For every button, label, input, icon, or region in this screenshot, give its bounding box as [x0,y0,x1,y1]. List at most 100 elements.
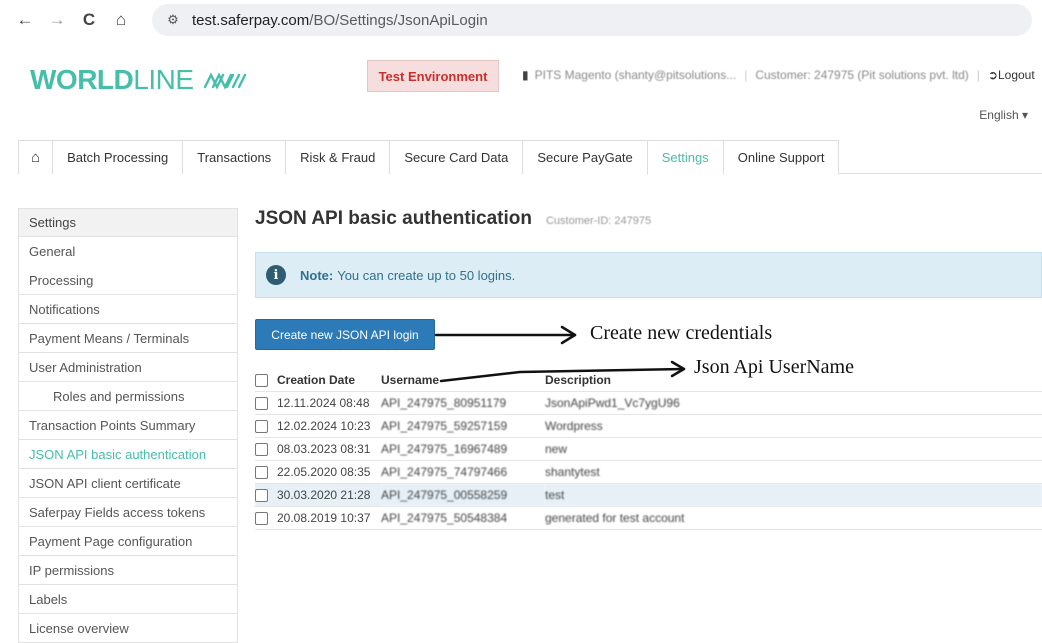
logo-thin-text: LINE [133,64,194,95]
user-icon: ▮ [522,68,529,82]
sidebar-item-json-api-client-cert[interactable]: JSON API client certificate [18,469,238,498]
row-checkbox[interactable] [255,511,268,525]
table-row[interactable]: 22.05.2020 08:35 API_247975_74797466 sha… [255,459,1042,483]
sidebar-item-labels[interactable]: Labels [18,585,238,614]
sidebar-item-roles-permissions[interactable]: Roles and permissions [18,382,238,411]
column-header-username[interactable]: Username [381,369,545,391]
row-checkbox-cell [255,413,277,437]
divider: | [744,68,748,82]
user-info: ▮ PITS Magento (shanty@pitsolutions... |… [522,68,1035,82]
annotation-json-api-username: Json Api UserName [694,356,854,378]
select-all-cell [255,369,277,391]
logins-table: Creation Date Username Description 12.11… [255,369,1042,530]
sidebar-item-saferpay-fields-tokens[interactable]: Saferpay Fields access tokens [18,498,238,527]
forward-icon[interactable]: → [44,7,70,33]
tab-home[interactable]: ⌂ [18,140,54,174]
main-nav-tabs: ⌂ Batch Processing Transactions Risk & F… [18,140,1042,175]
creation-date-cell: 08.03.2023 08:31 [277,436,381,460]
username-cell[interactable]: API_247975_50548384 [381,505,545,530]
page-title: JSON API basic authentication [255,208,532,229]
main-content: JSON API basic authentication Customer-I… [255,208,1042,530]
username-cell[interactable]: API_247975_16967489 [381,436,545,460]
row-checkbox-cell [255,390,277,414]
tab-online-support[interactable]: Online Support [722,140,840,174]
note-text: You can create up to 50 logins. [337,267,516,283]
username-cell[interactable]: API_247975_59257159 [381,413,545,437]
tab-settings[interactable]: Settings [646,140,724,175]
username-cell[interactable]: API_247975_74797466 [381,459,545,483]
table-row[interactable]: 12.02.2024 10:23 API_247975_59257159 Wor… [255,413,1042,437]
sidebar-item-notifications[interactable]: Notifications [18,295,238,324]
sidebar-item-processing[interactable]: Processing [18,266,238,295]
row-checkbox[interactable] [255,465,268,479]
create-json-api-login-button[interactable]: Create new JSON API login [255,319,435,350]
tab-transactions[interactable]: Transactions [182,140,287,174]
environment-badge: Test Environment [367,60,499,92]
url-domain: test.saferpay.com [192,11,310,29]
caret-down-icon: ▾ [1021,108,1028,122]
row-checkbox-cell [255,505,277,530]
creation-date-cell: 12.02.2024 10:23 [277,413,381,437]
row-checkbox-cell [255,436,277,460]
creation-date-cell: 12.11.2024 08:48 [277,390,381,414]
table-row[interactable]: 08.03.2023 08:31 API_247975_16967489 new [255,436,1042,460]
username-cell[interactable]: API_247975_00558259 [381,482,545,506]
tab-secure-card-data[interactable]: Secure Card Data [389,140,524,174]
creation-date-cell: 30.03.2020 21:28 [277,482,381,506]
logo-bold-text: WORLD [30,64,134,95]
description-cell: Wordpress [545,413,1042,437]
home-icon: ⌂ [31,149,41,166]
sidebar-item-payment-page-config[interactable]: Payment Page configuration [18,527,238,556]
sidebar-item-json-api-basic-auth[interactable]: JSON API basic authentication [18,440,238,469]
annotation-create-credentials: Create new credentials [590,322,773,344]
arrowhead-create [560,325,577,345]
user-name[interactable]: PITS Magento (shanty@pitsolutions... [535,68,737,82]
sidebar-item-user-administration[interactable]: User Administration [18,353,238,382]
customer-id: Customer-ID: 247975 [545,215,652,227]
divider: | [976,68,980,82]
select-all-checkbox[interactable] [255,373,268,387]
browser-toolbar: ← → C ⌂ ⚙ test.saferpay.com/BO/Settings/… [0,0,1042,40]
customer-info: Customer: 247975 (Pit solutions pvt. ltd… [755,68,969,82]
back-icon[interactable]: ← [12,7,38,33]
site-settings-icon[interactable]: ⚙ [164,11,182,29]
sidebar-item-transaction-points[interactable]: Transaction Points Summary [18,411,238,440]
creation-date-cell: 22.05.2020 08:35 [277,459,381,483]
language-select[interactable]: English ▾ [979,108,1028,122]
row-checkbox[interactable] [255,419,268,433]
row-checkbox[interactable] [255,488,268,502]
logout-link[interactable]: ➲Logout [988,68,1035,82]
username-cell[interactable]: API_247975_80951179 [381,390,545,414]
description-cell: shantytest [545,459,1042,483]
note-label: Note: [300,267,334,283]
sidebar-item-ip-permissions[interactable]: IP permissions [18,556,238,585]
table-header-row: Creation Date Username Description [255,369,1042,391]
home-icon[interactable]: ⌂ [108,7,134,33]
address-bar[interactable]: ⚙ test.saferpay.com/BO/Settings/JsonApiL… [152,4,1032,36]
worldline-waves-icon [203,72,247,90]
table-row[interactable]: 20.08.2019 10:37 API_247975_50548384 gen… [255,505,1042,530]
tab-batch-processing[interactable]: Batch Processing [52,140,184,174]
worldline-logo[interactable]: WORLDLINE [30,64,194,96]
creation-date-cell: 20.08.2019 10:37 [277,505,381,530]
tab-secure-paygate[interactable]: Secure PayGate [522,140,648,174]
app-header: WORLDLINE Test Environment ▮ PITS Magent… [0,40,1042,136]
logout-label: Logout [997,68,1035,82]
row-checkbox[interactable] [255,396,268,410]
settings-sidebar: Settings General Processing Notification… [18,208,238,643]
sidebar-item-general[interactable]: General [18,237,238,266]
language-label: English [979,108,1019,122]
table-row[interactable]: 30.03.2020 21:28 API_247975_00558259 tes… [255,482,1042,506]
row-checkbox[interactable] [255,442,268,456]
reload-icon[interactable]: C [76,7,102,33]
sidebar-item-payment-means[interactable]: Payment Means / Terminals [18,324,238,353]
sidebar-heading: Settings [18,208,238,237]
info-icon: i [266,265,286,285]
description-cell: JsonApiPwd1_Vc7ygU96 [545,390,1042,414]
table-row[interactable]: 12.11.2024 08:48 API_247975_80951179 Jso… [255,390,1042,414]
tab-risk-fraud[interactable]: Risk & Fraud [285,140,391,174]
info-note: i Note: You can create up to 50 logins. [255,252,1042,298]
url-path: /BO/Settings/JsonApiLogin [309,11,488,29]
column-header-creation-date[interactable]: Creation Date [277,369,381,391]
sidebar-item-license-overview[interactable]: License overview [18,614,238,643]
